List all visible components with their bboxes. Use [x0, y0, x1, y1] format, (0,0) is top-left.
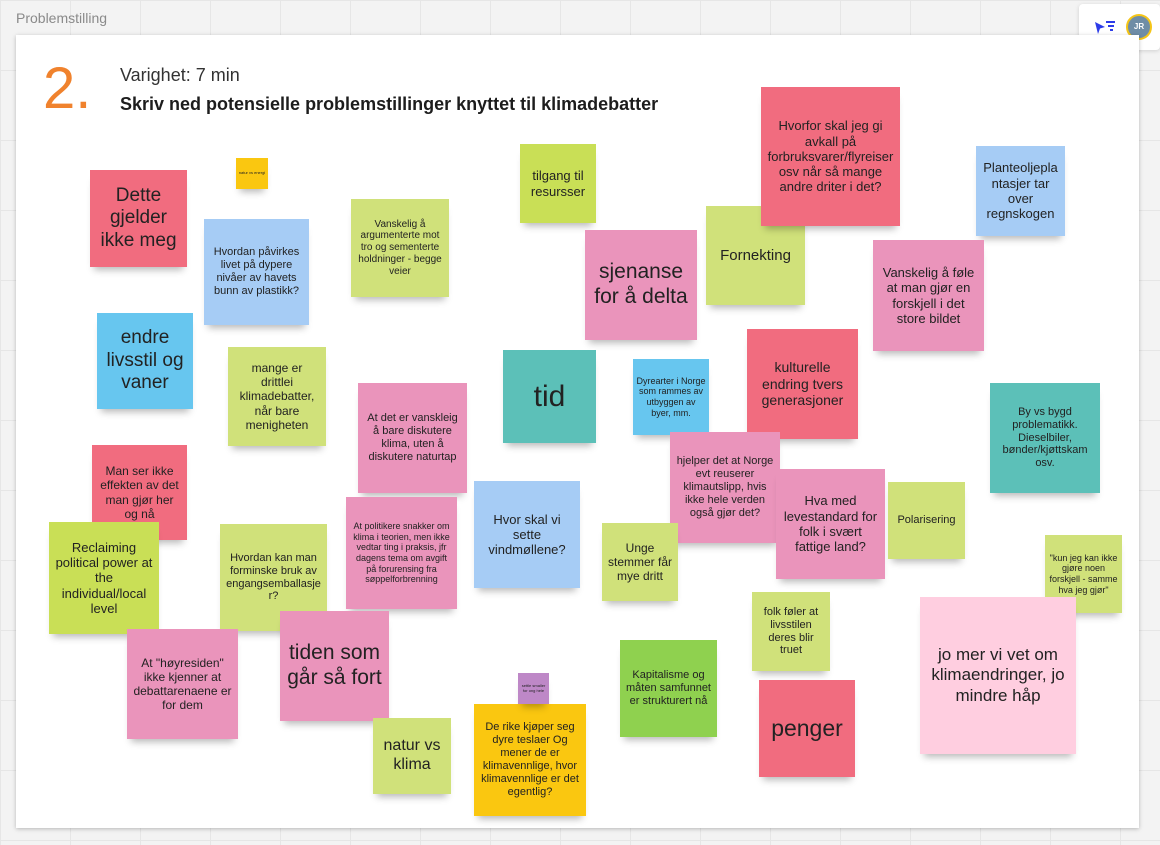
sticky-note-at-politikere[interactable]: At politikere snakker om klima i teorien… [346, 497, 457, 609]
sticky-note-tid[interactable]: tid [503, 350, 596, 443]
sticky-note-hva-med-levestandard[interactable]: Hva med levestandard for folk i svært fa… [776, 469, 885, 579]
sticky-note-text: penger [771, 714, 843, 741]
sticky-note-text: "kun jeg kan ikke gjøre noen forskjell -… [1049, 552, 1118, 595]
sticky-note-hjelper-det-norge[interactable]: hjelper det at Norge evt reuserer klimau… [670, 432, 780, 543]
sticky-note-text: By vs bygd problematikk. Dieselbiler, bø… [1002, 405, 1088, 470]
sticky-note-text: hjelper det at Norge evt reuserer klimau… [676, 455, 774, 519]
sticky-note-text: folk føler at livsstilen deres blir true… [763, 605, 819, 657]
sticky-note-hvorfor-avkall[interactable]: Hvorfor skal jeg gi avkall på forbruksva… [761, 87, 900, 226]
sticky-note-text: mange er drittlei klimadebatter, når bar… [239, 361, 315, 432]
sticky-note-endre-livsstil[interactable]: endre livsstil og vaner [97, 313, 193, 409]
sticky-note-text: natur vs klima [383, 737, 441, 773]
sticky-note-text: Vanskelig å argumenterte mot tro og seme… [358, 218, 442, 277]
duration-label: Varighet: 7 min [120, 65, 240, 85]
sticky-note-text: kulturelle endring tvers generasjoner [761, 359, 844, 409]
sticky-note-text: Hvor skal vi sette vindmøllene? [488, 511, 566, 558]
sticky-note-text: Dyrearter i Norge som rammes av utbyggen… [636, 375, 706, 418]
sticky-note-kulturelle-endring[interactable]: kulturelle endring tvers generasjoner [747, 329, 858, 439]
sticky-note-text: Hvordan kan man forminske bruk av engang… [226, 551, 321, 603]
sticky-note-text: Kapitalisme og måten samfunnet er strukt… [626, 669, 711, 707]
sticky-note-dyrearter[interactable]: Dyrearter i Norge som rammes av utbyggen… [633, 359, 709, 435]
sticky-note-vanskelig-fole[interactable]: Vanskelig å føle at man gjør en forskjel… [873, 240, 984, 351]
sticky-note-dette-gjelder-ikke-meg[interactable]: Dette gjelder ikke meg [90, 170, 187, 267]
sticky-note-planteoljeplantasjer[interactable]: Planteoljeplantasjer tar over regnskogen [976, 146, 1065, 236]
sticky-note-tiden-som-gar[interactable]: tiden som går så fort [280, 611, 389, 721]
sticky-note-text: Reclaiming political power at the indivi… [55, 539, 153, 616]
sticky-note-text: tilgang til resursser [530, 168, 586, 199]
sticky-note-kapitalisme[interactable]: Kapitalisme og måten samfunnet er strukt… [620, 640, 717, 737]
sticky-note-text: De rike kjøper seg dyre teslaer Og mener… [481, 721, 579, 798]
sticky-note-natur-vs-klima[interactable]: natur vs klima [373, 718, 451, 794]
sticky-note-text: natur vs energi [238, 170, 266, 176]
sticky-note-text: Polarisering [897, 514, 956, 527]
sticky-note-text: jo mer vi vet om klimaendringer, jo mind… [931, 645, 1065, 705]
step-number: 2. [43, 56, 92, 121]
sticky-note-text: Unge stemmer får mye dritt [608, 540, 673, 584]
sticky-note-unge-stemmer[interactable]: Unge stemmer får mye dritt [602, 523, 678, 601]
sticky-note-penger[interactable]: penger [759, 680, 855, 777]
sticky-note-text: settle smaller for ong hele [521, 682, 546, 693]
sticky-note-polarisering[interactable]: Polarisering [888, 482, 965, 559]
sticky-note-text: Dette gjelder ikke meg [100, 184, 177, 251]
sticky-note-by-vs-bygd[interactable]: By vs bygd problematikk. Dieselbiler, bø… [990, 383, 1100, 493]
sticky-note-text: Vanskelig å føle at man gjør en forskjel… [882, 264, 975, 326]
sticky-note-hvordan-pavirkes-livet[interactable]: Hvordan påvirkes livet på dypere nivåer … [204, 219, 309, 325]
sticky-note-small-violet[interactable]: settle smaller for ong hele [518, 673, 549, 704]
sticky-note-text: tid [533, 379, 566, 413]
board-title[interactable]: Problemstilling [16, 10, 107, 26]
page-heading: Skriv ned potensielle problemstillinger … [120, 94, 659, 114]
sticky-note-hoyresiden[interactable]: At "høyresiden" ikke kjenner at debattar… [127, 629, 238, 739]
sticky-note-tilgang-til-resursser[interactable]: tilgang til resursser [520, 144, 596, 223]
sticky-note-text: Hvordan påvirkes livet på dypere nivåer … [213, 246, 300, 297]
sticky-note-text: At politikere snakker om klima i teorien… [353, 521, 450, 585]
sticky-note-hvor-skal-vindmollene[interactable]: Hvor skal vi sette vindmøllene? [474, 481, 580, 588]
sticky-note-text: At det er vanskleig å bare diskutere kli… [367, 412, 458, 463]
sticky-note-text: endre livsstil og vaner [106, 327, 184, 394]
sticky-note-text: sjenanse for å delta [594, 260, 688, 308]
sticky-note-jo-mer-vi-vet[interactable]: jo mer vi vet om klimaendringer, jo mind… [920, 597, 1076, 754]
sticky-note-text: Hva med levestandard for folk i svært fa… [783, 493, 878, 555]
sticky-note-de-rike[interactable]: De rike kjøper seg dyre teslaer Og mener… [474, 704, 586, 816]
sticky-note-text: Fornekting [720, 246, 791, 264]
sticky-note-sjenanse-for-a-delta[interactable]: sjenanse for å delta [585, 230, 697, 340]
sticky-note-reclaiming-political-power[interactable]: Reclaiming political power at the indivi… [49, 522, 159, 634]
sticky-note-folk-foler[interactable]: folk føler at livsstilen deres blir true… [752, 592, 830, 671]
sticky-note-text: Planteoljeplantasjer tar over regnskogen [983, 160, 1058, 222]
sticky-note-text: At "høyresiden" ikke kjenner at debattar… [133, 655, 232, 713]
sticky-note-vanskelig-argumentere[interactable]: Vanskelig å argumenterte mot tro og seme… [351, 199, 449, 297]
sticky-note-text: Hvorfor skal jeg gi avkall på forbruksva… [767, 118, 894, 195]
sticky-note-small-yellow[interactable]: natur vs energi [236, 158, 268, 189]
sticky-note-text: Man ser ikke effekten av det man gjør he… [100, 464, 179, 521]
sticky-note-at-det-er-vanskleig[interactable]: At det er vanskleig å bare diskutere kli… [358, 383, 467, 493]
sticky-note-mange-er-drittlei[interactable]: mange er drittlei klimadebatter, når bar… [228, 347, 326, 446]
sticky-note-text: tiden som går så fort [287, 641, 382, 689]
